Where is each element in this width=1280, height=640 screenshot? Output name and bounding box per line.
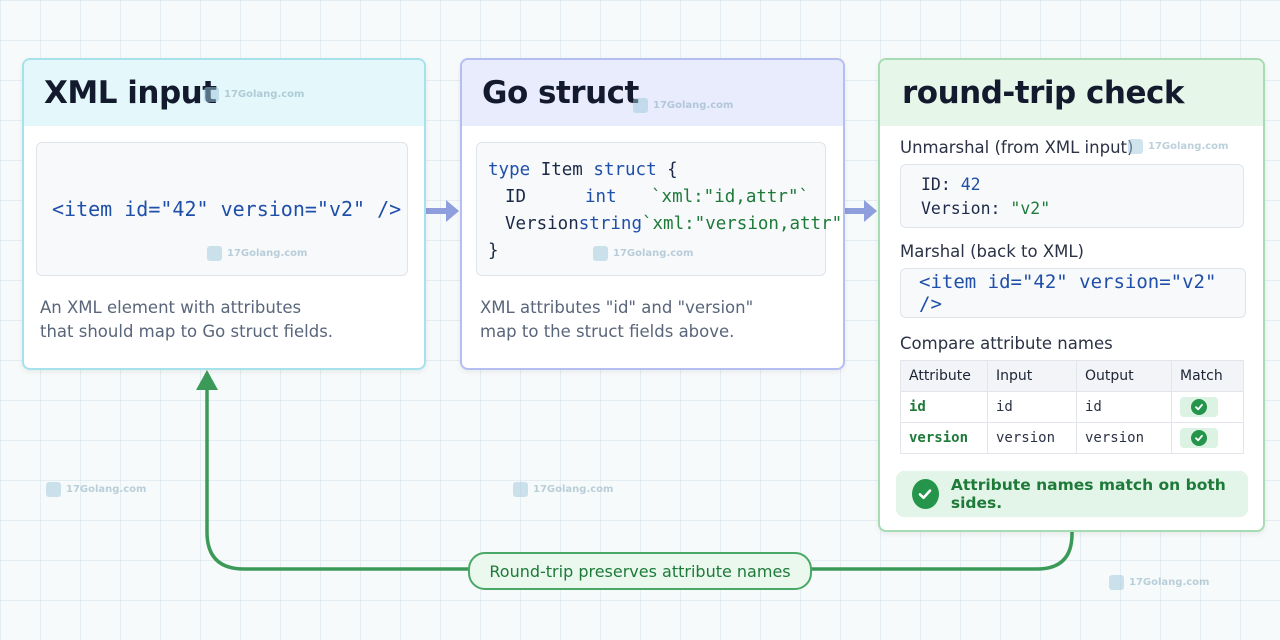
input-cell: version [987, 422, 1077, 454]
compare-label: Compare attribute names [900, 334, 1113, 353]
match-banner: Attribute names match on both sides. [896, 471, 1248, 517]
marshal-label: Marshal (back to XML) [900, 242, 1084, 261]
table-row: version version version [900, 422, 1244, 454]
column-header: Attribute [900, 360, 988, 392]
table-row: id id id [900, 391, 1244, 423]
banner-text: Attribute names match on both sides. [950, 476, 1226, 512]
round-trip-loop-label: Round-trip preserves attribute names [468, 552, 812, 590]
watermark: 17Golang.com [593, 246, 693, 261]
watermark: 17Golang.com [633, 98, 733, 113]
attribute-cell: id [900, 391, 988, 423]
check-icon [1191, 430, 1207, 446]
unmarshal-values: ID: 42 Version: "v2" [900, 164, 1244, 228]
column-header: Match [1171, 360, 1244, 392]
watermark: 17Golang.com [1109, 575, 1209, 590]
output-cell: id [1076, 391, 1172, 423]
go-field-line: Version string `xml:"version,attr"` [505, 214, 845, 234]
watermark: 17Golang.com [207, 246, 307, 261]
watermark-logo-icon [207, 246, 222, 261]
go-code-line: type Item struct { [488, 160, 678, 180]
watermark-logo-icon [46, 482, 61, 497]
marshal-code-block: <item id="42" version="v2" /> [900, 268, 1246, 318]
watermark-logo-icon [513, 482, 528, 497]
watermark: 17Golang.com [513, 482, 613, 497]
column-header: Output [1076, 360, 1172, 392]
watermark: 17Golang.com [46, 482, 146, 497]
watermark-logo-icon [633, 98, 648, 113]
go-struct-description: XML attributes "id" and "version" map to… [480, 298, 754, 341]
xml-input-card: XML input <item id="42" version="v2" /> … [22, 58, 426, 370]
match-cell [1171, 422, 1244, 454]
table-header-row: Attribute Input Output Match [900, 360, 1244, 392]
xml-code: <item id="42" version="v2" /> [52, 197, 402, 221]
arrow-right-icon [426, 200, 459, 222]
arrow-up-icon [196, 370, 218, 390]
match-cell [1171, 391, 1244, 423]
go-field-line: ID int `xml:"id,attr"` [505, 187, 810, 207]
go-struct-title: Go struct [462, 60, 843, 126]
unmarshal-value: ID: 42 [921, 175, 981, 194]
xml-input-description: An XML element with attributes that shou… [40, 298, 334, 341]
watermark-logo-icon [204, 87, 219, 102]
arrow-right-icon [845, 200, 877, 222]
watermark: 17Golang.com [204, 87, 304, 102]
output-cell: version [1076, 422, 1172, 454]
check-icon [912, 479, 939, 509]
match-badge [1180, 397, 1218, 417]
unmarshal-value: Version: "v2" [921, 199, 1051, 218]
compare-table: Attribute Input Output Match id id id ve… [900, 360, 1244, 454]
unmarshal-label: Unmarshal (from XML input) [900, 138, 1134, 157]
attribute-cell: version [900, 422, 988, 454]
watermark-logo-icon [1128, 139, 1143, 154]
round-trip-card: round-trip check Unmarshal (from XML inp… [878, 58, 1265, 532]
column-header: Input [987, 360, 1077, 392]
match-badge [1180, 428, 1218, 448]
watermark-logo-icon [1109, 575, 1124, 590]
watermark: 17Golang.com [1128, 139, 1228, 154]
round-trip-title: round-trip check [880, 60, 1263, 126]
input-cell: id [987, 391, 1077, 423]
marshal-code: <item id="42" version="v2" /> [919, 271, 1217, 315]
watermark-logo-icon [593, 246, 608, 261]
check-icon [1191, 399, 1207, 415]
